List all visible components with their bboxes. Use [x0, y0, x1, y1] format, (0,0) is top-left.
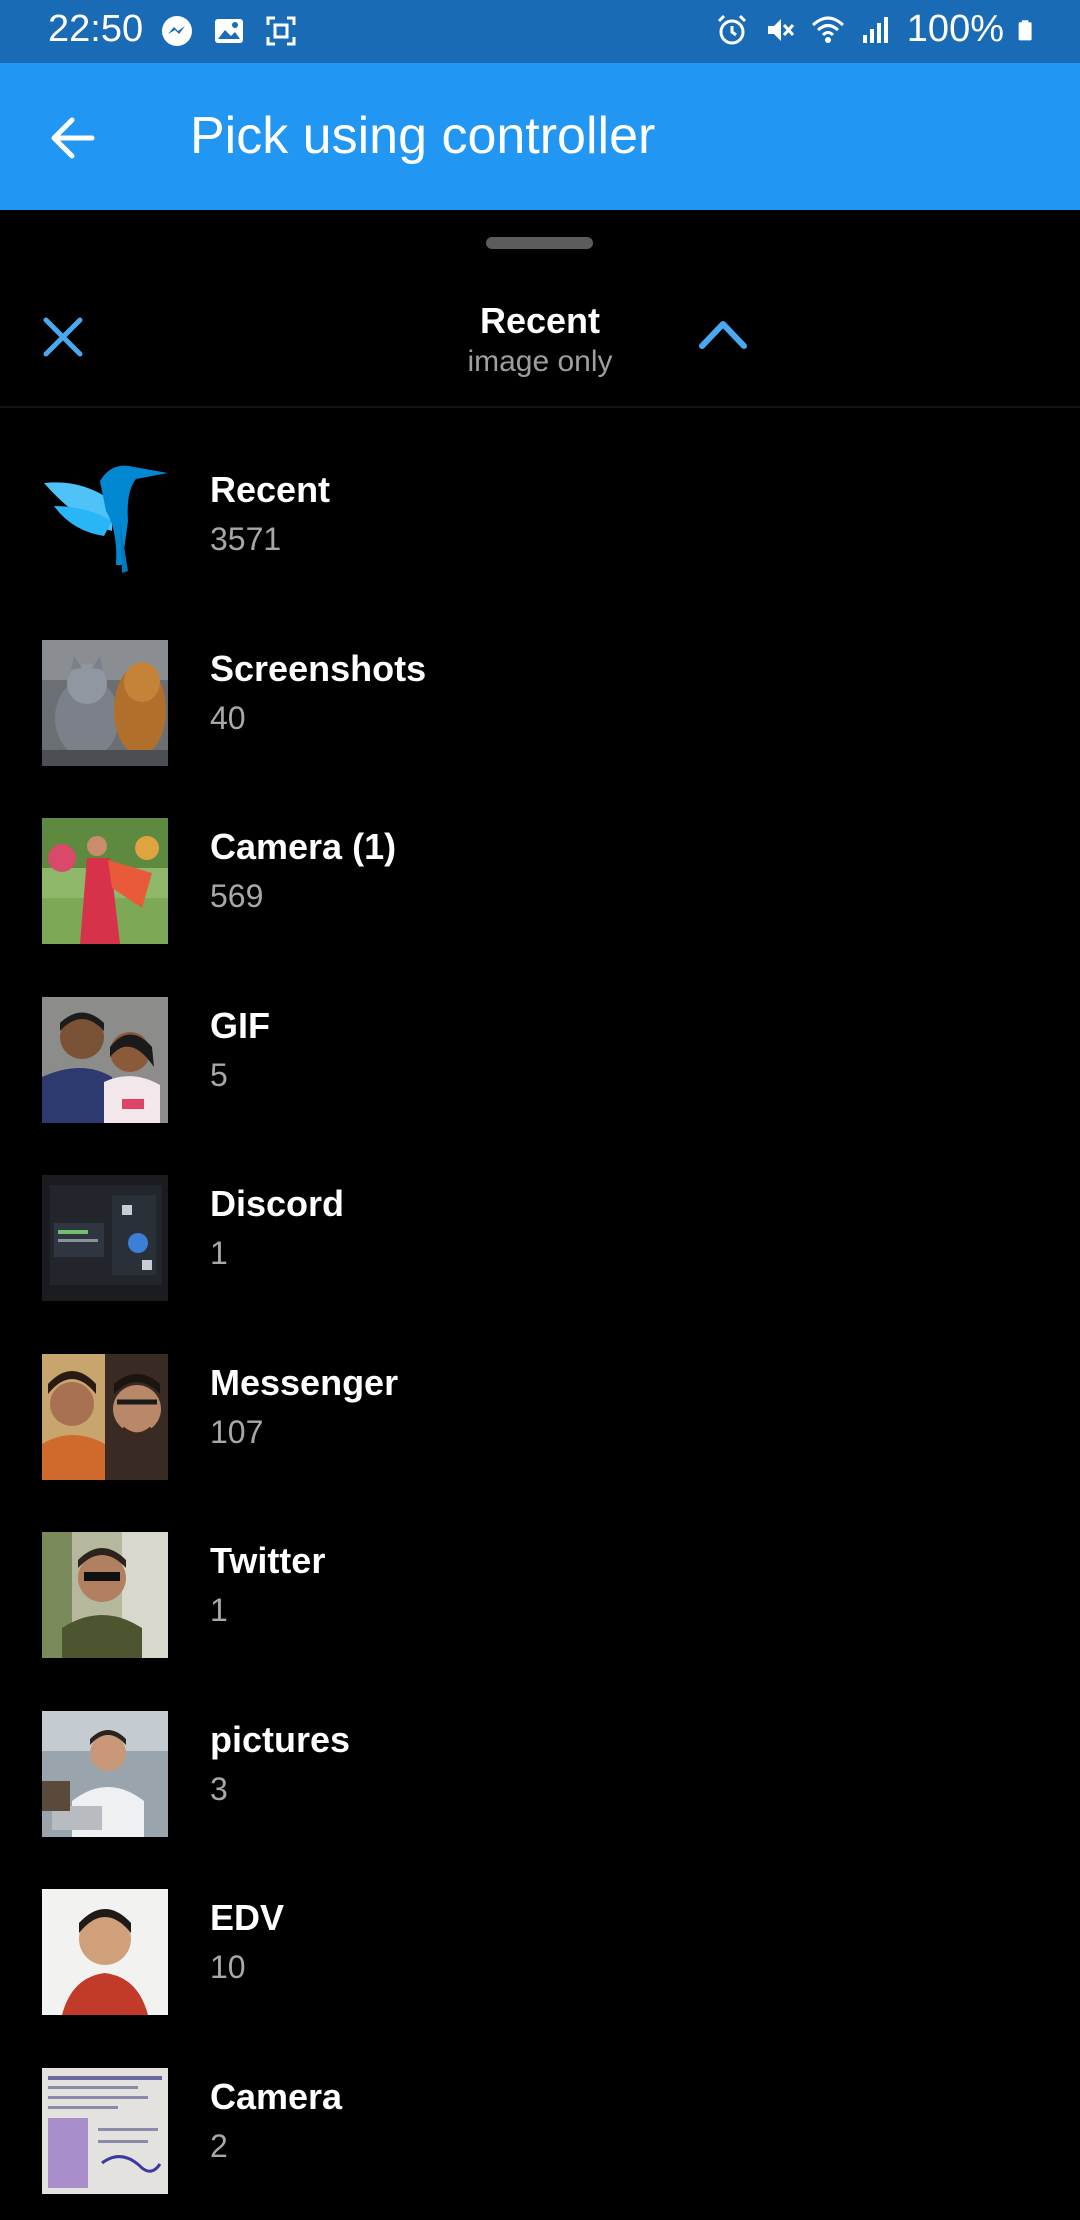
computer-screen-photo	[42, 1175, 168, 1301]
video-call-photo	[42, 1353, 168, 1480]
album-name: Screenshots	[210, 647, 427, 689]
album-name: EDV	[210, 1897, 285, 1938]
album-thumbnail	[42, 1710, 168, 1837]
messenger-icon	[162, 16, 192, 46]
album-count: 569	[210, 878, 264, 914]
album-count: 1	[210, 1235, 228, 1271]
chevron-up-icon[interactable]	[696, 314, 750, 354]
woman-in-saree-photo	[42, 818, 168, 944]
album-name: Twitter	[210, 1540, 326, 1581]
drag-handle[interactable]	[486, 237, 593, 249]
gallery-icon	[215, 19, 243, 43]
album-item-screenshots[interactable]: Screenshots 40	[0, 587, 1080, 766]
album-thumbnail	[42, 1889, 168, 2015]
man-with-sunglasses-photo	[42, 1532, 168, 1658]
album-count: 3571	[210, 521, 282, 557]
status-bar: 22:50 100%	[0, 0, 1080, 63]
page-title: Pick using controller	[190, 107, 656, 165]
album-item-twitter[interactable]: Twitter 1	[0, 1479, 1080, 1658]
cat-and-dog-photo	[42, 639, 168, 766]
album-count: 40	[210, 699, 246, 736]
album-item-edv[interactable]: EDV 10	[0, 1836, 1080, 2015]
album-count: 107	[210, 1413, 264, 1450]
screenshot-icon	[266, 16, 296, 46]
status-time: 22:50	[48, 8, 144, 50]
album-name: Messenger	[210, 1361, 399, 1403]
album-list: Recent 3571 Screenshots 40 Camera (1) 56…	[0, 408, 1080, 2194]
battery-percent: 100%	[906, 8, 1004, 50]
album-thumbnail	[42, 818, 168, 944]
battery-icon	[1018, 19, 1032, 40]
album-count: 5	[210, 1056, 228, 1093]
wifi-icon	[811, 16, 844, 43]
album-item-camera[interactable]: Camera 2	[0, 2015, 1080, 2194]
album-item-gif[interactable]: GIF 5	[0, 944, 1080, 1123]
sheet-subtitle: image only	[467, 345, 613, 378]
album-thumbnail	[42, 996, 168, 1123]
album-item-pictures[interactable]: pictures 3	[0, 1658, 1080, 1837]
album-count: 3	[210, 1770, 228, 1807]
album-thumbnail	[42, 461, 168, 587]
app-bar: Pick using controller	[0, 63, 1080, 210]
album-picker-sheet: Recent image only Recent 3571 Screenshot…	[0, 210, 1080, 2220]
father-daughter-photo	[42, 996, 168, 1123]
signal-icon	[862, 16, 888, 43]
man-at-laptop-photo	[42, 1710, 168, 1837]
album-item-recent[interactable]: Recent 3571	[0, 408, 1080, 587]
arrow-left-icon[interactable]	[44, 108, 104, 168]
album-item-messenger[interactable]: Messenger 107	[0, 1301, 1080, 1480]
album-name: GIF	[210, 1004, 270, 1046]
album-thumbnail	[42, 1353, 168, 1480]
document-photo	[42, 2067, 168, 2194]
album-name: Discord	[210, 1183, 345, 1224]
album-item-discord[interactable]: Discord 1	[0, 1122, 1080, 1301]
album-thumbnail	[42, 1532, 168, 1658]
album-item-camera-1[interactable]: Camera (1) 569	[0, 765, 1080, 944]
album-count: 10	[210, 1949, 246, 1985]
album-name: Camera	[210, 2075, 343, 2117]
mute-icon	[767, 18, 794, 41]
album-count: 1	[210, 1592, 228, 1628]
status-system-icons: 100%	[715, 8, 1040, 51]
album-name: pictures	[210, 1718, 351, 1760]
status-notification-icons	[160, 14, 298, 48]
hummingbird-logo-icon	[42, 461, 168, 587]
album-thumbnail	[42, 1175, 168, 1301]
album-count: 2	[210, 2127, 228, 2164]
album-name: Recent	[210, 469, 331, 510]
sheet-title[interactable]: Recent	[0, 300, 1080, 342]
album-name: Camera (1)	[210, 826, 397, 867]
alarm-icon	[717, 14, 746, 44]
album-thumbnail	[42, 639, 168, 766]
boy-portrait-photo	[42, 1889, 168, 2015]
album-thumbnail	[42, 2067, 168, 2194]
